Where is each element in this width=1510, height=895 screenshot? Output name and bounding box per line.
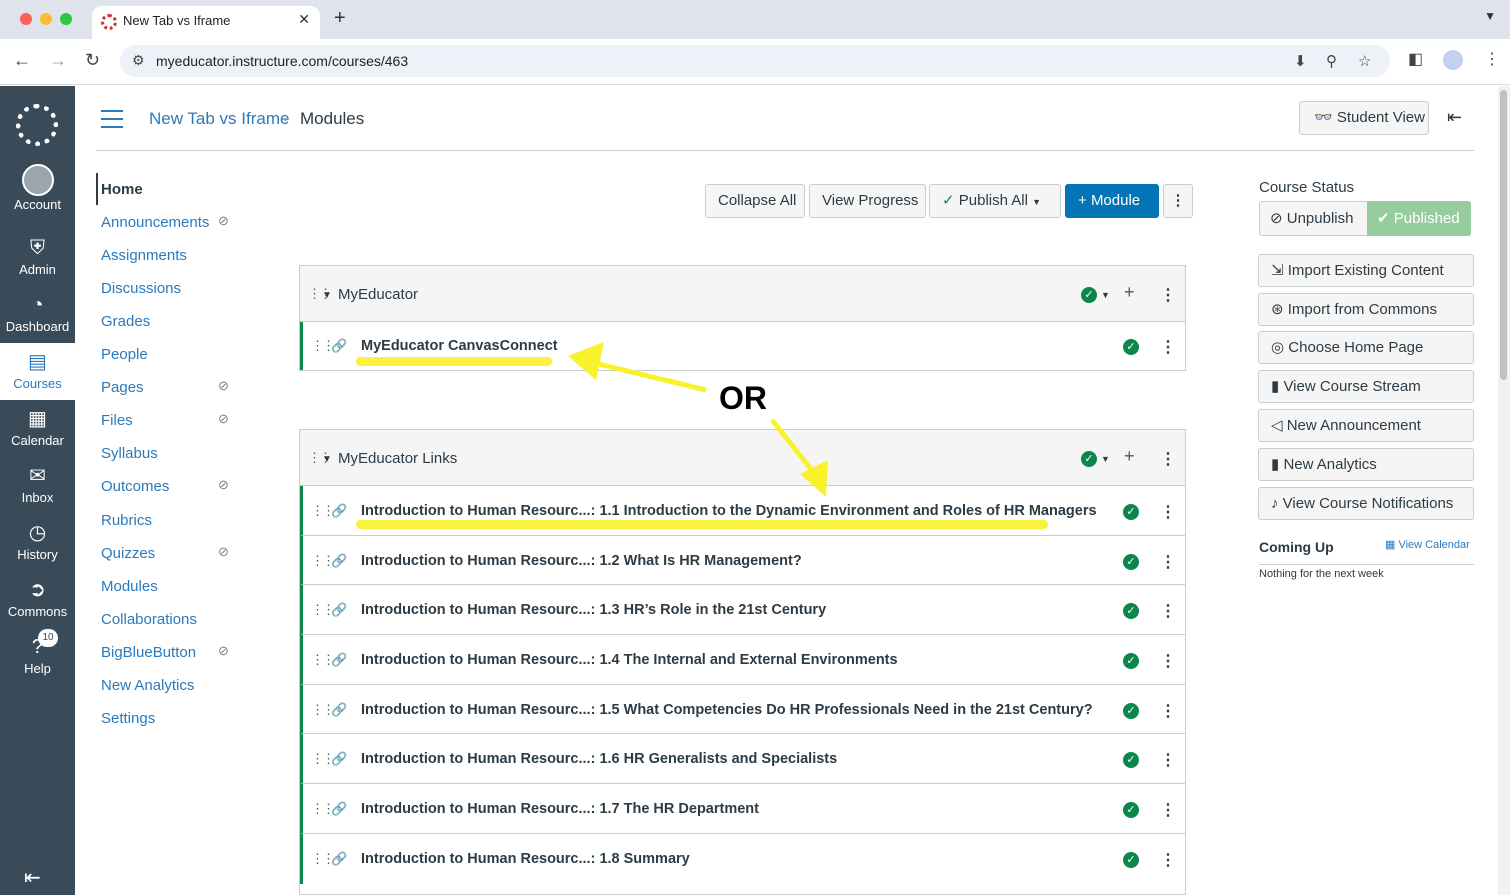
view-calendar-label: View Calendar — [1398, 539, 1470, 551]
unpublish-label: Unpublish — [1286, 210, 1354, 227]
bell-icon: ♪ — [1271, 495, 1279, 512]
new-announcement-button[interactable]: ◁ New Announcement — [1258, 409, 1474, 442]
published-label: Published — [1393, 210, 1460, 227]
published-button[interactable]: ✔ Published — [1367, 201, 1471, 236]
coming-up-empty-text: Nothing for the next week — [1259, 568, 1384, 580]
side-button-label: Import from Commons — [1287, 301, 1437, 318]
page-scrollbar[interactable] — [1498, 86, 1510, 895]
import-icon: ⇲ — [1271, 262, 1284, 279]
commons-icon: ⊛ — [1271, 301, 1284, 318]
arrow-line-left — [589, 359, 707, 393]
side-button-label: New Announcement — [1286, 417, 1421, 434]
view-course-stream-button[interactable]: ▮ View Course Stream — [1258, 370, 1474, 403]
view-course-notifications-button[interactable]: ♪ View Course Notifications — [1258, 487, 1474, 520]
scrollbar-thumb[interactable] — [1500, 90, 1507, 380]
target-icon: ◎ — [1271, 339, 1285, 356]
bar-chart-icon: ▮ — [1271, 456, 1280, 473]
import-existing-content-button[interactable]: ⇲ Import Existing Content — [1258, 254, 1474, 287]
or-annotation: OR — [719, 380, 767, 416]
new-analytics-button[interactable]: ▮ New Analytics — [1258, 448, 1474, 481]
check-circle-icon: ✔ — [1377, 210, 1390, 227]
megaphone-icon: ◁ — [1271, 417, 1283, 434]
choose-home-page-button[interactable]: ◎ Choose Home Page — [1258, 331, 1474, 364]
side-button-label: View Course Stream — [1283, 378, 1421, 395]
unpublish-button[interactable]: ⊘ Unpublish — [1259, 201, 1368, 236]
calendar-icon: ▦ — [1385, 539, 1396, 551]
coming-up-heading: Coming Up — [1259, 539, 1334, 555]
side-button-label: Choose Home Page — [1288, 339, 1424, 356]
unpublish-circle-icon: ⊘ — [1270, 210, 1283, 227]
view-calendar-link[interactable]: ▦ View Calendar — [1385, 538, 1470, 551]
arrowhead-down — [800, 460, 828, 497]
arrowhead-left — [568, 342, 604, 380]
coming-up-divider — [1259, 564, 1474, 565]
course-status-heading: Course Status — [1259, 179, 1355, 196]
side-button-label: View Course Notifications — [1282, 495, 1454, 512]
side-button-label: New Analytics — [1283, 456, 1377, 473]
side-button-label: Import Existing Content — [1287, 262, 1444, 279]
bar-chart-icon: ▮ — [1271, 378, 1280, 395]
import-from-commons-button[interactable]: ⊛ Import from Commons — [1258, 293, 1474, 326]
